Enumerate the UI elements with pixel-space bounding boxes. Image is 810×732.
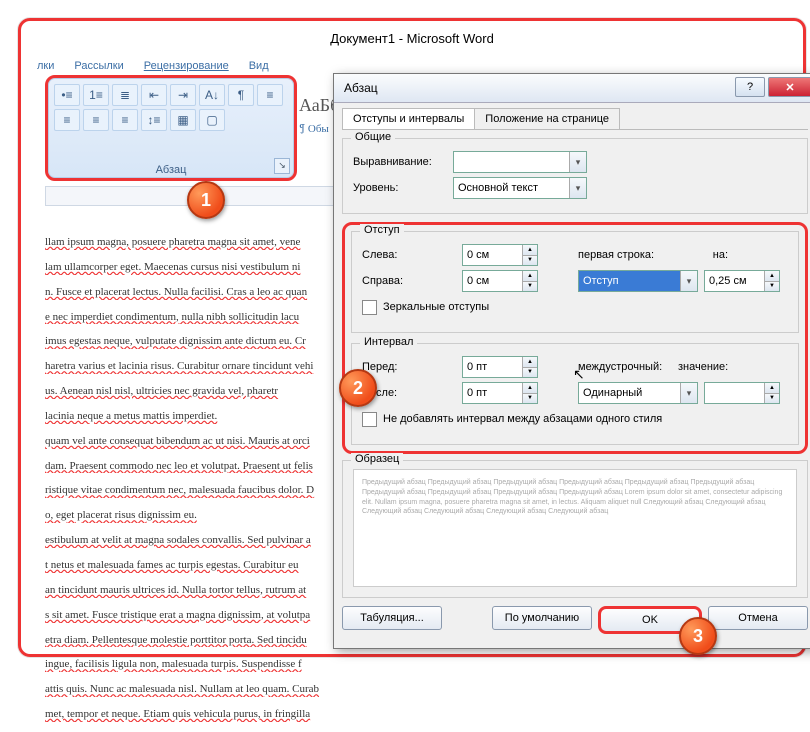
first-line-label: первая строка: xyxy=(578,249,678,261)
group-legend: Образец xyxy=(351,453,403,465)
shading-icon[interactable]: ▦ xyxy=(170,109,196,131)
sort-icon[interactable]: A↓ xyxy=(199,84,225,106)
group-preview: Образец Предыдущий абзац Предыдущий абза… xyxy=(342,460,808,598)
show-marks-icon[interactable]: ¶ xyxy=(228,84,254,106)
doc-line: attis quis. Nunc ac malesuada nisl. Null… xyxy=(45,682,385,697)
ribbon-group-label: Абзац xyxy=(48,164,294,176)
ribbon-tab[interactable]: лки xyxy=(35,57,56,75)
align-right-icon[interactable]: ≡ xyxy=(83,109,109,131)
paragraph-dialog: Абзац ? ✕ Отступы и интервалы Положение … xyxy=(333,73,810,649)
doc-line: ingue, facilisis ligula non, malesuada t… xyxy=(45,657,385,672)
left-indent-label: Слева: xyxy=(362,249,462,261)
annotation-badge-3: 3 xyxy=(679,617,717,655)
multilevel-list-icon[interactable]: ≣ xyxy=(112,84,138,106)
level-label: Уровень: xyxy=(353,182,453,194)
level-combo[interactable]: Основной текст xyxy=(453,177,587,199)
right-indent-label: Справа: xyxy=(362,275,462,287)
line-spacing-icon[interactable]: ↕≡ xyxy=(141,109,167,131)
bullets-icon[interactable]: •≡ xyxy=(54,84,80,106)
doc-line: met, tempor et neque. Etiam quis vehicul… xyxy=(45,707,385,722)
at-label: значение: xyxy=(678,361,734,373)
group-legend: Интервал xyxy=(360,336,417,348)
paragraph-ribbon-group: •≡ 1≡ ≣ ⇤ ⇥ A↓ ¶ ≡ ≡ ≡ ≡ ↕≡ ▦ ▢ Абзац ↘ xyxy=(45,75,297,181)
annotation-badge-1: 1 xyxy=(187,181,225,219)
justify-icon[interactable]: ≡ xyxy=(112,109,138,131)
by-label: на: xyxy=(678,249,734,261)
annotation-badge-2: 2 xyxy=(339,369,377,407)
ribbon-tab-strip: лки Рассылки Рецензирование Вид xyxy=(35,57,271,75)
increase-indent-icon[interactable]: ⇥ xyxy=(170,84,196,106)
mirror-label: Зеркальные отступы xyxy=(383,301,489,313)
numbering-icon[interactable]: 1≡ xyxy=(83,84,109,106)
tab-position[interactable]: Положение на странице xyxy=(474,108,620,129)
dialog-launcher-icon[interactable]: ↘ xyxy=(274,158,290,174)
line-spacing-combo[interactable]: Одинарный xyxy=(578,382,698,404)
group-general: Общие Выравнивание: Уровень: Основной те… xyxy=(342,138,808,214)
mirror-indents-checkbox[interactable]: Зеркальные отступы xyxy=(362,296,788,318)
right-indent-input[interactable]: 0 см▲▼ xyxy=(462,270,538,292)
ribbon-tab[interactable]: Вид xyxy=(247,57,271,75)
group-indent: Отступ Слева: 0 см▲▼ первая строка: на: … xyxy=(351,231,799,333)
at-input[interactable]: ▲▼ xyxy=(704,382,780,404)
group-legend: Отступ xyxy=(360,224,404,236)
before-label: Перед: xyxy=(362,361,462,373)
decrease-indent-icon[interactable]: ⇤ xyxy=(141,84,167,106)
tab-indents[interactable]: Отступы и интервалы xyxy=(342,108,475,129)
align-center-icon[interactable]: ≡ xyxy=(54,109,80,131)
borders-icon[interactable]: ▢ xyxy=(199,109,225,131)
preview-canvas: Предыдущий абзац Предыдущий абзац Предыд… xyxy=(353,469,797,587)
align-left-icon[interactable]: ≡ xyxy=(257,84,283,106)
before-input[interactable]: 0 пт▲▼ xyxy=(462,356,538,378)
group-spacing: Интервал Перед: 0 пт▲▼ междустрочный: зн… xyxy=(351,343,799,445)
default-button[interactable]: По умолчанию xyxy=(492,606,592,630)
first-line-combo[interactable]: Отступ xyxy=(578,270,698,292)
group-legend: Общие xyxy=(351,131,395,143)
tabs-button[interactable]: Табуляция... xyxy=(342,606,442,630)
after-input[interactable]: 0 пт▲▼ xyxy=(462,382,538,404)
no-space-checkbox[interactable]: Не добавлять интервал между абзацами одн… xyxy=(362,408,788,430)
ribbon-tab[interactable]: Рецензирование xyxy=(142,57,231,75)
alignment-combo[interactable] xyxy=(453,151,587,173)
window-title: Документ1 - Microsoft Word xyxy=(21,31,803,46)
ribbon-tab[interactable]: Рассылки xyxy=(72,57,125,75)
left-indent-input[interactable]: 0 см▲▼ xyxy=(462,244,538,266)
nospace-label: Не добавлять интервал между абзацами одн… xyxy=(383,413,662,425)
cancel-button[interactable]: Отмена xyxy=(708,606,808,630)
alignment-label: Выравнивание: xyxy=(353,156,453,168)
by-input[interactable]: 0,25 см▲▼ xyxy=(704,270,780,292)
after-label: После: xyxy=(362,387,462,399)
help-icon[interactable]: ? xyxy=(735,77,765,97)
line-spacing-label: междустрочный: xyxy=(578,361,678,373)
close-icon[interactable]: ✕ xyxy=(768,77,810,97)
highlighted-sections: Отступ Слева: 0 см▲▼ первая строка: на: … xyxy=(342,222,808,454)
